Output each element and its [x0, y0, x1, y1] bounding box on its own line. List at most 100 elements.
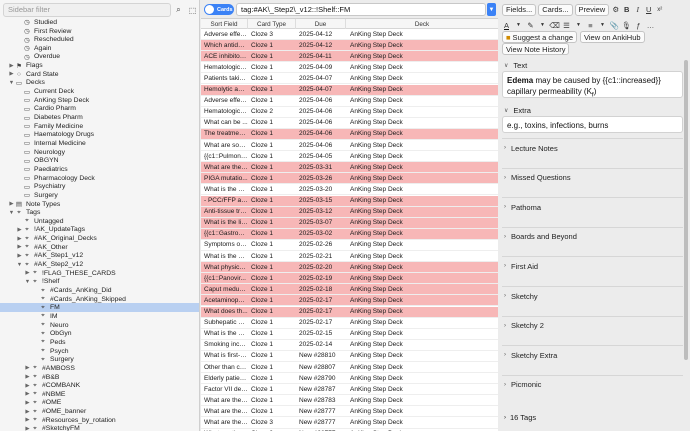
field-label-collapsed[interactable]: › Lecture Notes	[504, 142, 558, 154]
sidebar-item[interactable]: ▭ Psychiatry	[0, 182, 199, 191]
search-mode-icon[interactable]: ⌕	[173, 5, 184, 16]
sidebar-item[interactable]: ▶ ⌖ #OME_banner	[0, 407, 199, 416]
sidebar-item[interactable]: ▭ Neurology	[0, 148, 199, 157]
bold-icon[interactable]: B	[622, 4, 631, 16]
table-row[interactable]: What is the m... Cloze 1 2025-03-20 AnKing …	[201, 184, 498, 196]
sidebar-item[interactable]: ⌖ Surgery	[0, 355, 199, 364]
table-row[interactable]: What does th... Cloze 1 2025-02-17 AnKing S…	[201, 306, 498, 318]
table-row[interactable]: What can be ... Cloze 1 2025-04-06 AnKing S…	[201, 118, 498, 129]
chevron-right-icon[interactable]: ▶	[16, 253, 23, 259]
sidebar-item[interactable]: ▶ ⌖ #AMBOSS	[0, 364, 199, 373]
sidebar-filter-input[interactable]: Sidebar filter	[3, 3, 171, 17]
sidebar-item[interactable]: ▭ Diabetes Pharm	[0, 113, 199, 122]
table-row[interactable]: The treatment... Cloze 1 2025-04-06 AnKing …	[201, 128, 498, 140]
italic-icon[interactable]: I	[633, 4, 642, 16]
chevron-right-icon[interactable]: ▶	[24, 417, 31, 423]
column-header-deck[interactable]: Deck	[346, 19, 498, 29]
sidebar-item[interactable]: ▭ Haematology Drugs	[0, 130, 199, 139]
tags-row[interactable]: › 16 Tags	[504, 413, 536, 422]
chevron-right-icon[interactable]: ▶	[24, 365, 31, 371]
text-field-editor[interactable]: Edema may be caused by {{c1::increased}}…	[502, 71, 683, 99]
underline-icon[interactable]: U	[644, 4, 653, 16]
chevron-down-icon[interactable]: ▼	[16, 262, 23, 268]
sidebar-item[interactable]: ▶ ⚑ Flags	[0, 61, 199, 70]
suggest-change-button[interactable]: ■ Suggest a change	[502, 31, 577, 43]
field-label-collapsed[interactable]: › Picmonic	[504, 379, 541, 391]
column-header-card-type[interactable]: Card Type	[248, 19, 296, 29]
chevron-right-icon[interactable]: ▶	[16, 236, 23, 242]
column-header-due[interactable]: Due	[296, 19, 346, 29]
sidebar-item[interactable]: ▶ ⌖ #NBME	[0, 390, 199, 399]
sidebar-item[interactable]: ▶ ○ Card State	[0, 70, 199, 79]
field-label-collapsed[interactable]: › Sketchy 2	[504, 320, 544, 332]
paperclip-icon[interactable]: 📎	[610, 19, 619, 31]
sidebar-item[interactable]: ⌖ ObGyn	[0, 329, 199, 338]
field-label-collapsed[interactable]: › Sketchy	[504, 290, 538, 302]
editor-scrollbar[interactable]	[684, 60, 688, 360]
table-row[interactable]: What is the pa... Cloze 1 2025-02-15 AnKing…	[201, 329, 498, 340]
field-label-collapsed[interactable]: › Pathoma	[504, 201, 541, 213]
sidebar-item[interactable]: ▶ ⌖ #OME	[0, 399, 199, 408]
field-label-collapsed[interactable]: › First Aid	[504, 260, 538, 272]
sidebar-item[interactable]: ⌖ Untagged	[0, 217, 199, 226]
table-row[interactable]: What is the m... Cloze 1 2025-02-21 AnKing …	[201, 251, 498, 263]
sidebar-item[interactable]: ▶ ⌖ #COMBANK	[0, 381, 199, 390]
sidebar-item[interactable]: ▶ ▤ Note Types	[0, 200, 199, 209]
table-row[interactable]: Hematological... Cloze 2 2025-04-06 AnKing …	[201, 107, 498, 118]
chevron-right-icon[interactable]: ▶	[8, 71, 15, 77]
chevron-down-icon[interactable]: ▼	[574, 19, 583, 31]
table-row[interactable]: Adverse effect... Cloze 1 2025-04-06 AnKing…	[201, 96, 498, 107]
select-mode-icon[interactable]: ⬚	[187, 5, 198, 16]
sidebar-item[interactable]: ▭ Family Medicine	[0, 122, 199, 131]
field-label-collapsed[interactable]: › Sketchy Extra	[504, 349, 557, 361]
sidebar-item[interactable]: ▭ Internal Medicine	[0, 139, 199, 148]
table-row[interactable]: Acetaminophe... Cloze 1 2025-02-17 AnKing S…	[201, 295, 498, 307]
table-row[interactable]: {{c1::Pulmona... Cloze 1 2025-04-05 AnKing …	[201, 151, 498, 163]
text-color-icon[interactable]: A	[502, 19, 511, 31]
chevron-right-icon[interactable]: ▶	[24, 374, 31, 380]
table-row[interactable]: PIGA mutatio... Cloze 1 2025-03-26 AnKing S…	[201, 173, 498, 185]
sidebar-item[interactable]: ⌖ #Cards_AnKing_Skipped	[0, 295, 199, 304]
table-row[interactable]: Which antidep... Cloze 1 2025-04-12 AnKing …	[201, 40, 498, 52]
sidebar-item[interactable]: ▼ ⌖ Tags	[0, 208, 199, 217]
sidebar-item[interactable]: ▶ ⌖ !AK_UpdateTags	[0, 226, 199, 235]
table-row[interactable]: {{c1::Panovir... Cloze 1 2025-02-19 AnKing …	[201, 273, 498, 285]
sidebar-item[interactable]: ▶ ⌖ #AK_Step1_v12	[0, 252, 199, 261]
view-on-ankihub-button[interactable]: View on AnkiHub	[580, 31, 645, 43]
table-row[interactable]: What are the t... Cloze 1 2025-03-31 AnKing…	[201, 162, 498, 174]
sidebar-item[interactable]: ▭ Current Deck	[0, 87, 199, 96]
eraser-icon[interactable]: ⌫	[549, 19, 560, 31]
chevron-down-icon[interactable]: ▼	[538, 19, 547, 31]
chevron-right-icon[interactable]: ▶	[24, 426, 31, 431]
table-row[interactable]: Patients takin... Cloze 1 2025-04-07 AnKing…	[201, 73, 498, 85]
sidebar-item[interactable]: ⌖ #Cards_AnKing_Did	[0, 286, 199, 295]
chevron-down-icon[interactable]: ▼	[514, 19, 523, 31]
field-label-extra[interactable]: ∨ Extra	[504, 104, 531, 116]
superscript-icon[interactable]: x²	[655, 4, 664, 16]
table-row[interactable]: Hemolytic ane... Cloze 1 2025-04-07 AnKing …	[201, 84, 498, 96]
sidebar-item[interactable]: ▼ ⌖ #AK_Step2_v12	[0, 260, 199, 269]
cards-button[interactable]: Cards...	[538, 3, 573, 16]
column-header-sort-field[interactable]: Sort Field	[201, 19, 248, 29]
table-row[interactable]: What are the t... Cloze 1 New #28783 AnKing…	[201, 395, 498, 407]
sidebar-item[interactable]: ◷ Again	[0, 44, 199, 53]
chevron-down-icon[interactable]: ▼	[598, 19, 607, 31]
sidebar-item[interactable]: ▶ ⌖ !FLAG_THESE_CARDS	[0, 269, 199, 278]
sidebar-item[interactable]: ▭ Surgery	[0, 191, 199, 200]
search-history-dropdown[interactable]: ▼	[487, 3, 496, 16]
table-row[interactable]: Subhepatic ab... Cloze 1 2025-02-17 AnKing …	[201, 318, 498, 329]
table-row[interactable]: What are the t... Cloze 3 New #28777 AnKing…	[201, 418, 498, 429]
table-row[interactable]: What physical... Cloze 1 2025-02-20 AnKing …	[201, 262, 498, 274]
microphone-icon[interactable]: 🎙	[622, 19, 632, 31]
field-label-collapsed[interactable]: › Missed Questions	[504, 172, 571, 184]
sidebar-item[interactable]: ⌖ FM	[0, 303, 199, 313]
sidebar-item[interactable]: ▭ Paediatrics	[0, 165, 199, 174]
extra-field-editor[interactable]: e.g., toxins, infections, burns	[502, 116, 683, 133]
sidebar-item[interactable]: ⌖ Neuro	[0, 321, 199, 330]
chevron-right-icon[interactable]: ▶	[8, 63, 15, 69]
sidebar-item[interactable]: ▶ ⌖ #B&B	[0, 373, 199, 382]
chevron-down-icon[interactable]: ▼	[8, 210, 15, 216]
table-row[interactable]: What are som... Cloze 1 2025-04-06 AnKing S…	[201, 140, 498, 152]
sidebar-item[interactable]: ▼ ⌖ !Shelf	[0, 278, 199, 287]
sidebar-item[interactable]: ⌖ Psych	[0, 347, 199, 356]
